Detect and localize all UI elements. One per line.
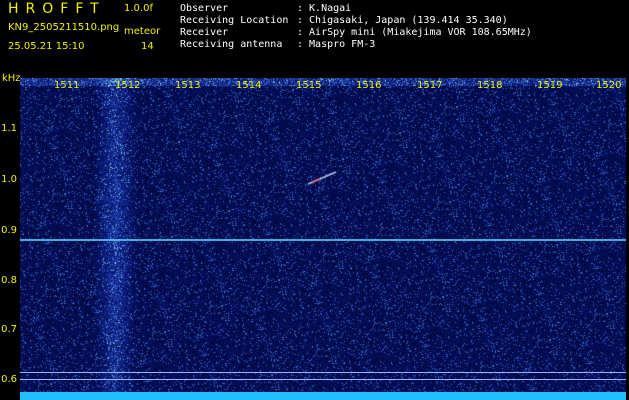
y-axis-label: 1.0 bbox=[1, 174, 17, 185]
time-tick-label: 1518 bbox=[477, 80, 503, 91]
header-panel: HROFFT 1.0.0f KN9_2505211510.png meteor … bbox=[0, 0, 629, 84]
unit-label: kHz bbox=[2, 73, 21, 84]
marker-line bbox=[20, 372, 626, 373]
time-tick-label: 1513 bbox=[175, 80, 201, 91]
info-value: : AirSpy mini (Miakejima VOR 108.65MHz) bbox=[297, 27, 532, 38]
info-value: : Maspro FM-3 bbox=[297, 39, 376, 50]
marker-line bbox=[20, 379, 626, 380]
y-axis-label: 0.7 bbox=[1, 324, 17, 335]
time-tick-label: 1517 bbox=[417, 80, 443, 91]
info-key: Observer bbox=[180, 3, 229, 14]
time-tick-label: 1514 bbox=[236, 80, 262, 91]
info-value: : K.Nagai bbox=[297, 3, 352, 14]
filename-label: KN9_2505211510.png bbox=[8, 22, 120, 33]
info-row-location: Receiving Location : Chigasaki, Japan (13… bbox=[180, 15, 508, 26]
time-tick-label: 1516 bbox=[356, 80, 382, 91]
info-value: : Chigasaki, Japan (139.414 35.340) bbox=[297, 15, 508, 26]
y-axis-label: 0.9 bbox=[1, 225, 17, 236]
time-tick-label: 1515 bbox=[296, 80, 322, 91]
time-tick-label: 1520 bbox=[596, 80, 622, 91]
time-tick-label: 1519 bbox=[537, 80, 563, 91]
time-tick-label: 1511 bbox=[54, 80, 80, 91]
info-row-antenna: Receiving antenna : Maspro FM-3 bbox=[180, 39, 375, 50]
time-tick-label: 1512 bbox=[115, 80, 141, 91]
count-label: 14 bbox=[141, 41, 154, 52]
info-row-receiver: Receiver : AirSpy mini (Miakejima VOR 108… bbox=[180, 27, 532, 38]
datetime-label: 25.05.21 15:10 bbox=[8, 41, 85, 52]
y-axis-label: 1.1 bbox=[1, 123, 17, 134]
info-key: Receiving antenna bbox=[180, 39, 283, 50]
y-axis-label: 0.8 bbox=[1, 275, 17, 286]
y-axis-label: 0.6 bbox=[1, 374, 17, 385]
version-label: 1.0.0f bbox=[124, 3, 153, 14]
app-title: HROFFT bbox=[8, 1, 106, 17]
info-row-observer: Observer : K.Nagai bbox=[180, 3, 351, 14]
baseline-bar bbox=[20, 392, 626, 400]
info-key: Receiving Location bbox=[180, 15, 289, 26]
carrier-line bbox=[20, 239, 626, 241]
mode-label: meteor bbox=[124, 26, 161, 37]
info-key: Receiver bbox=[180, 27, 229, 38]
